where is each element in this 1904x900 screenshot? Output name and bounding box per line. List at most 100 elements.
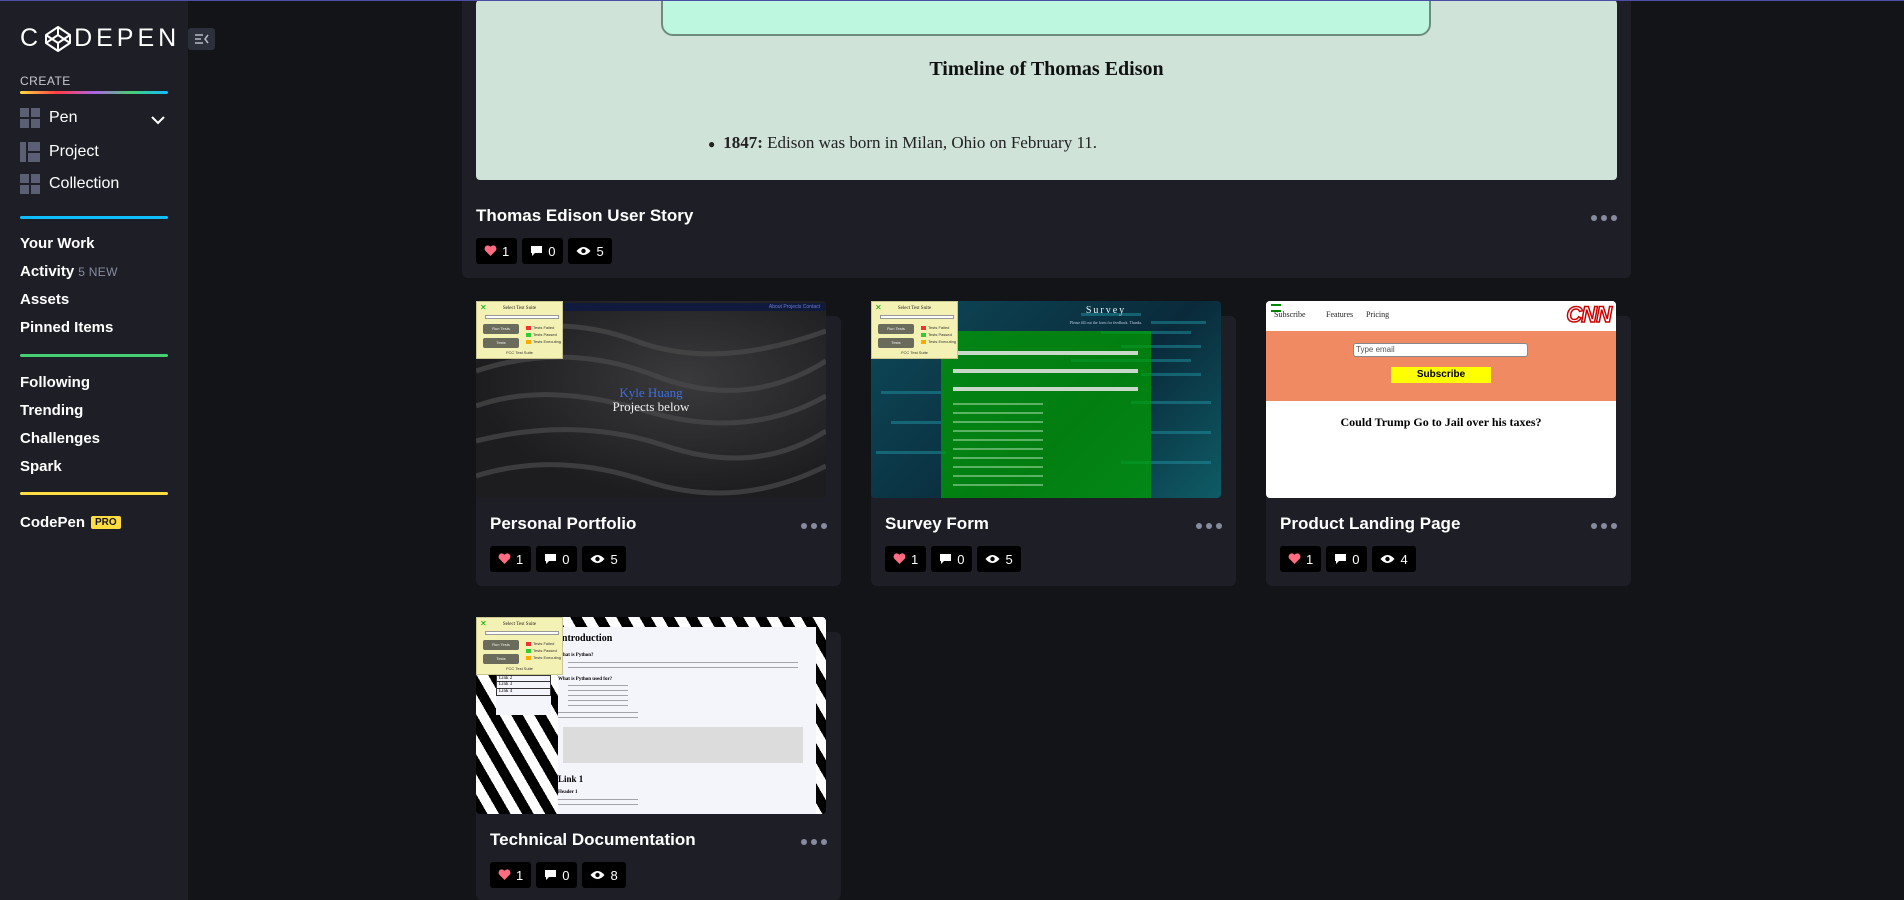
- nav-following[interactable]: Following: [20, 374, 90, 391]
- comment-count: 0: [957, 551, 965, 567]
- eye-icon: [590, 871, 605, 879]
- heart-icon: [484, 245, 497, 256]
- eye-icon: [590, 555, 605, 563]
- pen-card[interactable]: Subscribe Features Pricing CNN Type emai…: [1266, 301, 1631, 586]
- comment-button[interactable]: 0: [1326, 546, 1368, 572]
- pen-title[interactable]: Thomas Edison User Story: [476, 206, 693, 226]
- views-stat[interactable]: 5: [977, 546, 1021, 572]
- preview-doc-nav: Link 2 Link 3 Link 4: [496, 675, 551, 715]
- test-suite-panel: ✕ Select Test Suite Run Tests Tests Test…: [476, 301, 563, 359]
- collection-grid-icon: [20, 174, 40, 194]
- more-options-icon[interactable]: [1196, 523, 1222, 529]
- preview-headline: Could Trump Go to Jail over his taxes?: [1340, 415, 1542, 429]
- section-divider: [20, 492, 168, 495]
- eye-icon: [576, 247, 591, 255]
- activity-new-count: 5 NEW: [78, 265, 118, 279]
- section-divider: [20, 354, 168, 357]
- comment-button[interactable]: 0: [522, 238, 564, 264]
- comment-count: 0: [562, 551, 570, 567]
- heart-icon: [498, 553, 511, 564]
- section-divider: [20, 216, 168, 219]
- pen-preview[interactable]: Subscribe Features Pricing CNN Type emai…: [1266, 301, 1616, 498]
- like-button[interactable]: 1: [1280, 546, 1322, 572]
- views-stat[interactable]: 5: [582, 546, 626, 572]
- like-button[interactable]: 1: [490, 862, 532, 888]
- create-collection-label: Collection: [49, 175, 120, 192]
- more-options-icon[interactable]: [801, 839, 827, 845]
- cnn-logo: CNN: [1566, 301, 1613, 328]
- close-icon: ✕: [480, 303, 487, 312]
- create-collection[interactable]: Collection: [20, 174, 119, 194]
- views-stat[interactable]: 8: [582, 862, 626, 888]
- like-button[interactable]: 1: [885, 546, 927, 572]
- like-button[interactable]: 1: [490, 546, 532, 572]
- sidebar-collapse-button[interactable]: [188, 28, 215, 50]
- heart-icon: [1288, 553, 1301, 564]
- pen-stats: 1 0 5: [490, 546, 626, 572]
- codepen-logo[interactable]: C DEPEN: [20, 24, 180, 53]
- pen-card[interactable]: Survey Please fill out the form for feed…: [871, 301, 1236, 586]
- more-options-icon[interactable]: [1591, 215, 1617, 221]
- like-count: 1: [502, 243, 510, 259]
- create-label: CREATE: [20, 74, 71, 88]
- nav-codepen-pro[interactable]: CodePen PRO: [20, 514, 121, 531]
- pen-title[interactable]: Personal Portfolio: [490, 514, 636, 534]
- views-stat[interactable]: 5: [568, 238, 612, 264]
- comment-icon: [545, 554, 557, 564]
- pro-badge: PRO: [91, 516, 121, 529]
- view-count: 4: [1400, 551, 1408, 567]
- create-pen[interactable]: Pen: [20, 108, 77, 128]
- pen-stats: 1 0 5: [885, 546, 1021, 572]
- nav-pinned-items[interactable]: Pinned Items: [20, 319, 113, 336]
- pen-title[interactable]: Survey Form: [885, 514, 989, 534]
- pen-stats: 1 0 5: [476, 238, 612, 264]
- comment-icon: [940, 554, 952, 564]
- pen-title[interactable]: Technical Documentation: [490, 830, 696, 850]
- like-count: 1: [911, 551, 919, 567]
- comment-button[interactable]: 0: [536, 862, 578, 888]
- pen-card[interactable]: Introduction What is Python? What is Pyt…: [476, 617, 841, 900]
- pen-stats: 1 0 4: [1280, 546, 1416, 572]
- heart-icon: [893, 553, 906, 564]
- preview-subscribe-band: Type email Subscribe: [1266, 331, 1616, 401]
- preview-banner: [661, 0, 1431, 36]
- view-count: 5: [1005, 551, 1013, 567]
- pen-card[interactable]: About Projects Contact Kyle Huang Projec…: [476, 301, 841, 586]
- nav-assets[interactable]: Assets: [20, 291, 69, 308]
- comment-icon: [545, 870, 557, 880]
- close-icon: ✕: [480, 619, 487, 628]
- comment-count: 0: [562, 867, 570, 883]
- pen-preview[interactable]: Timeline of Thomas Edison ● 1847: Edison …: [476, 0, 1617, 180]
- codepen-cube-icon: [45, 25, 72, 52]
- chevron-down-icon[interactable]: [150, 112, 166, 128]
- create-divider: [20, 91, 168, 94]
- view-count: 5: [610, 551, 618, 567]
- views-stat[interactable]: 4: [1372, 546, 1416, 572]
- more-options-icon[interactable]: [801, 523, 827, 529]
- nav-your-work[interactable]: Your Work: [20, 235, 94, 252]
- comment-icon: [1335, 554, 1347, 564]
- comment-count: 0: [548, 243, 556, 259]
- more-options-icon[interactable]: [1591, 523, 1617, 529]
- nav-activity[interactable]: Activity 5 NEW: [20, 263, 118, 280]
- comment-button[interactable]: 0: [536, 546, 578, 572]
- heart-icon: [498, 869, 511, 880]
- nav-spark[interactable]: Spark: [20, 458, 62, 475]
- like-count: 1: [516, 867, 524, 883]
- survey-form-panel: [941, 331, 1151, 498]
- preview-heading: Timeline of Thomas Edison: [929, 58, 1164, 80]
- nav-challenges[interactable]: Challenges: [20, 430, 100, 447]
- eye-icon: [1380, 555, 1395, 563]
- top-accent-line: [0, 0, 1904, 1]
- view-count: 5: [596, 243, 604, 259]
- nav-trending[interactable]: Trending: [20, 402, 83, 419]
- preview-header: Subscribe Features Pricing CNN: [1266, 301, 1616, 331]
- create-project[interactable]: Project: [20, 142, 99, 162]
- pen-title[interactable]: Product Landing Page: [1280, 514, 1460, 534]
- comment-button[interactable]: 0: [931, 546, 973, 572]
- preview-timeline-item: ● 1847: Edison was born in Milan, Ohio on…: [708, 133, 1098, 152]
- pen-card-featured[interactable]: Timeline of Thomas Edison ● 1847: Edison …: [462, 0, 1631, 278]
- test-suite-panel: ✕ Select Test Suite Run Tests Tests Test…: [476, 617, 563, 675]
- like-count: 1: [516, 551, 524, 567]
- like-button[interactable]: 1: [476, 238, 518, 264]
